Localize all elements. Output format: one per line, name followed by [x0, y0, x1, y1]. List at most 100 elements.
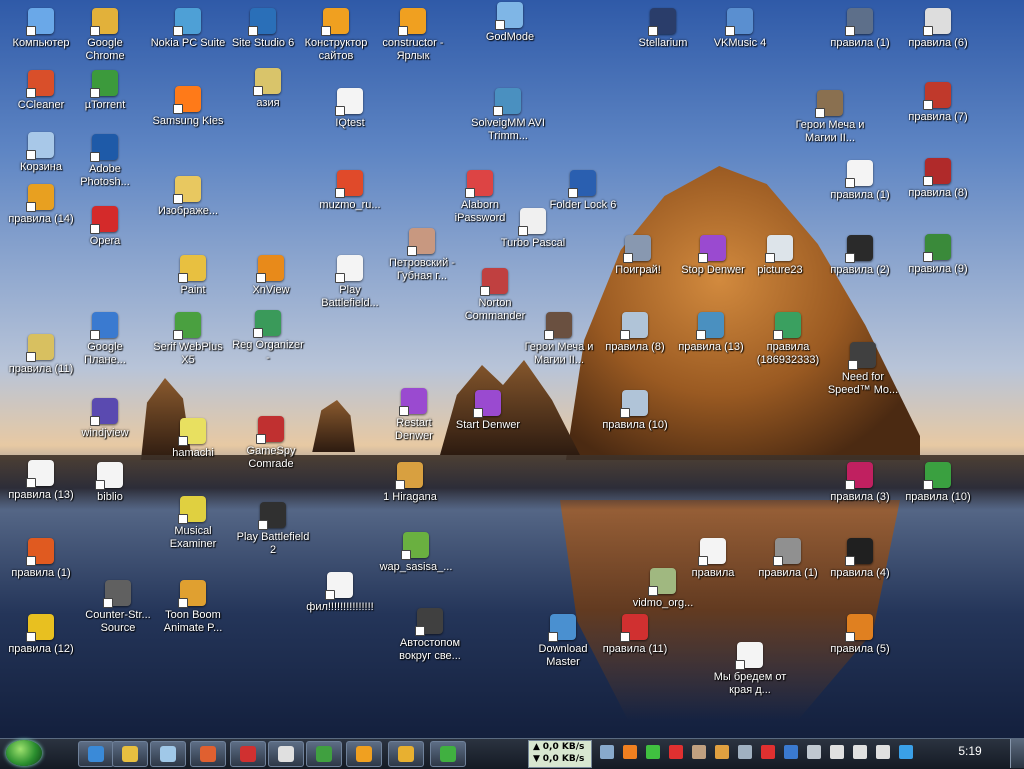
desktop-shortcut[interactable]: XnView — [233, 255, 309, 297]
shortcut-label: азия — [256, 97, 280, 109]
show-desktop-button[interactable] — [1010, 739, 1024, 768]
desktop-shortcut[interactable]: Google Chrome — [67, 8, 143, 63]
desktop-shortcut[interactable]: Serif WebPlus X5 — [150, 312, 226, 367]
desktop-shortcut[interactable]: constructor - Ярлык — [375, 8, 451, 63]
desktop-shortcut[interactable]: правила (13) — [3, 460, 79, 502]
desktop-shortcut[interactable]: правила (6) — [900, 8, 976, 50]
desktop-shortcut[interactable]: правила (2) — [822, 235, 898, 277]
shortcut-label: Site Studio 6 — [231, 37, 295, 49]
tray-gamepad-icon[interactable] — [738, 745, 752, 759]
desktop-shortcut[interactable]: правила (4) — [822, 538, 898, 580]
desktop-shortcut[interactable]: SolveigMM AVI Trimm... — [470, 88, 546, 143]
desktop-shortcut[interactable]: Конструктор сайтов — [298, 8, 374, 63]
desktop-shortcut[interactable]: правила (10) — [900, 462, 976, 504]
desktop-shortcut[interactable]: правила (3) — [822, 462, 898, 504]
desktop-shortcut[interactable]: правила (7) — [900, 82, 976, 124]
desktop-shortcut[interactable]: Stop Denwer — [675, 235, 751, 277]
desktop-shortcut[interactable]: Folder Lock 6 — [545, 170, 621, 212]
desktop-shortcut[interactable]: wap_sasisa_... — [378, 532, 454, 574]
desktop-shortcut[interactable]: правила (11) — [597, 614, 673, 656]
tray-opera-icon[interactable] — [761, 745, 775, 759]
app-taskbar-button[interactable] — [268, 741, 304, 767]
desktop-shortcut[interactable]: Автостопом вокруг све... — [392, 608, 468, 663]
desktop-shortcut[interactable]: Counter-Str... Source — [80, 580, 156, 635]
desktop-shortcut[interactable]: Play Battlefield 2 — [235, 502, 311, 557]
apps-taskbar-button[interactable] — [190, 741, 226, 767]
tray-pic-icon[interactable] — [692, 745, 706, 759]
desktop-shortcut[interactable]: правила (10) — [597, 390, 673, 432]
desktop-shortcut[interactable]: Петровский - Губная г... — [384, 228, 460, 283]
desktop-shortcut[interactable]: Stellarium — [625, 8, 701, 50]
desktop-shortcut[interactable]: Reg Organizer - — [230, 310, 306, 365]
window-taskbar-button[interactable] — [150, 741, 186, 767]
ie-taskbar-button[interactable] — [78, 741, 114, 767]
desktop-shortcut[interactable]: Герои Меча и Магии II... — [521, 312, 597, 367]
desktop-shortcut[interactable]: Need for Speed™ Mo... — [825, 342, 901, 397]
tray-green-icon[interactable] — [646, 745, 660, 759]
desktop-shortcut[interactable]: Site Studio 6 — [225, 8, 301, 50]
desktop-shortcut[interactable]: Opera — [67, 206, 143, 248]
desktop-shortcut[interactable]: Paint — [155, 255, 231, 297]
audio-taskbar-button[interactable] — [306, 741, 342, 767]
desktop-shortcut[interactable]: windjview — [67, 398, 143, 440]
desktop-shortcut[interactable]: Мы бредем от края д... — [712, 642, 788, 697]
desktop-shortcut[interactable]: правила (8) — [597, 312, 673, 354]
chat-taskbar-button[interactable] — [346, 741, 382, 767]
clock[interactable]: 5:19 — [948, 744, 992, 758]
desktop-shortcut[interactable]: правила (13) — [673, 312, 749, 354]
tray-red-icon[interactable] — [669, 745, 683, 759]
desktop-shortcut[interactable]: правила (12) — [3, 614, 79, 656]
desktop-shortcut[interactable]: muzmo_ru... — [312, 170, 388, 212]
desktop-shortcut[interactable]: правила (1) — [822, 8, 898, 50]
desktop-shortcut[interactable]: правила (186932333) — [750, 312, 826, 367]
desktop-shortcut[interactable]: азия — [230, 68, 306, 110]
desktop-shortcut[interactable]: правила (9) — [900, 234, 976, 276]
desktop-shortcut[interactable]: правила (1) — [822, 160, 898, 202]
desktop-shortcut[interactable]: правила (8) — [900, 158, 976, 200]
desktop-shortcut[interactable]: IQtest — [312, 88, 388, 130]
desktop-shortcut[interactable]: правила (1) — [750, 538, 826, 580]
desktop-shortcut[interactable]: Nokia PC Suite — [150, 8, 226, 50]
desktop-shortcut[interactable]: Start Denwer — [450, 390, 526, 432]
desktop-shortcut[interactable]: правила (5) — [822, 614, 898, 656]
tray-app-orange-icon[interactable] — [623, 745, 637, 759]
flag-taskbar-button[interactable] — [230, 741, 266, 767]
desktop-shortcut[interactable]: Turbo Pascal — [495, 208, 571, 250]
desktop-shortcut[interactable]: GameSpy Comrade — [233, 416, 309, 471]
desktop-shortcut[interactable]: Restart Denwer — [376, 388, 452, 443]
desktop-shortcut[interactable]: GodMode — [472, 2, 548, 44]
start-button[interactable] — [6, 740, 42, 766]
desktop-shortcut[interactable]: µTorrent — [67, 70, 143, 112]
chrome-taskbar-button[interactable] — [388, 741, 424, 767]
desktop-shortcut[interactable]: Изображе... — [150, 176, 226, 218]
tray-safely-remove-icon[interactable] — [853, 745, 867, 759]
desktop-shortcut[interactable]: 1 Hiragana — [372, 462, 448, 504]
tray-network-icon[interactable] — [600, 745, 614, 759]
tray-people-icon[interactable] — [715, 745, 729, 759]
desktop-shortcut[interactable]: Play Battlefield... — [312, 255, 388, 310]
shortcut-label: Play Battlefield 2 — [236, 531, 310, 556]
app-icon — [278, 746, 294, 762]
desktop-shortcut[interactable]: правила (11) — [3, 334, 79, 376]
desktop-shortcut[interactable]: Samsung Kies — [150, 86, 226, 128]
tray-volume-icon[interactable] — [876, 745, 890, 759]
desktop-shortcut[interactable]: hamachi — [155, 418, 231, 460]
desktop-shortcut[interactable]: biblio — [72, 462, 148, 504]
desktop-shortcut[interactable]: VKMusic 4 — [702, 8, 778, 50]
tray-drive-icon[interactable] — [807, 745, 821, 759]
game-taskbar-button[interactable] — [430, 741, 466, 767]
explorer-taskbar-button[interactable] — [112, 741, 148, 767]
desktop-shortcut[interactable]: Toon Boom Animate P... — [155, 580, 231, 635]
desktop-shortcut[interactable]: фил!!!!!!!!!!!!!!! — [302, 572, 378, 614]
desktop-shortcut[interactable]: правила (1) — [3, 538, 79, 580]
desktop-shortcut[interactable]: Musical Examiner — [155, 496, 231, 551]
desktop-shortcut[interactable]: vidmo_org... — [625, 568, 701, 610]
desktop-shortcut[interactable]: picture23 — [742, 235, 818, 277]
tray-update-icon[interactable] — [899, 745, 913, 759]
desktop-shortcut[interactable]: Adobe Photosh... — [67, 134, 143, 189]
desktop-shortcut[interactable]: Герои Меча и Магии II... — [792, 90, 868, 145]
desktop-shortcut[interactable]: Поиграй! — [600, 235, 676, 277]
tray-bluetooth-icon[interactable] — [784, 745, 798, 759]
tray-monitor-icon[interactable] — [830, 745, 844, 759]
desktop-shortcut[interactable]: Download Master — [525, 614, 601, 669]
